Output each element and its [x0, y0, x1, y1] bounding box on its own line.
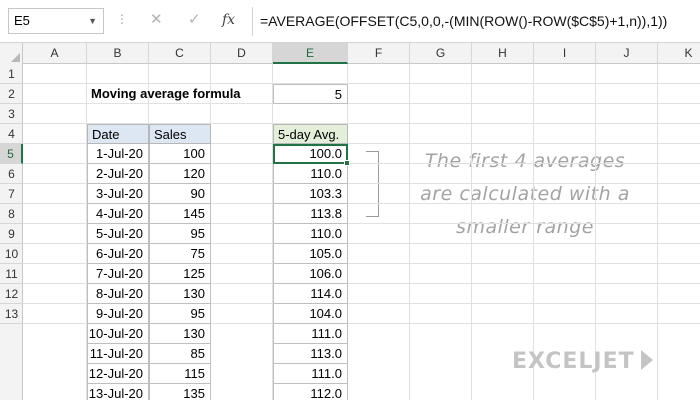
avg-cell[interactable]: 111.0	[273, 364, 348, 384]
sales-cell[interactable]: 100	[149, 144, 211, 164]
avg-cell[interactable]: 110.0	[273, 224, 348, 244]
column-header-i[interactable]: I	[534, 43, 596, 64]
row-header-5[interactable]: 5	[0, 144, 23, 164]
date-cell[interactable]: 11-Jul-20	[87, 344, 149, 364]
row-header-7[interactable]: 7	[0, 184, 23, 204]
annotation-line: The first 4 averages	[424, 150, 626, 172]
annotation-line: smaller range	[456, 216, 594, 238]
row-header-11[interactable]: 11	[0, 264, 23, 284]
formula-bar-grip-icon: ⋮	[116, 12, 128, 26]
annotation-text: The first 4 averages are calculated with…	[393, 145, 657, 244]
cancel-icon[interactable]: ✕	[150, 10, 163, 30]
date-cell[interactable]: 5-Jul-20	[87, 224, 149, 244]
row-header-3[interactable]: 3	[0, 104, 23, 124]
row-header-13[interactable]: 13	[0, 304, 23, 324]
row-header-12[interactable]: 12	[0, 284, 23, 304]
date-cell[interactable]: 13-Jul-20	[87, 384, 149, 400]
sales-cell[interactable]: 90	[149, 184, 211, 204]
row-header-2[interactable]: 2	[0, 84, 23, 104]
avg-cell[interactable]: 106.0	[273, 264, 348, 284]
annotation-bracket	[366, 151, 379, 217]
avg-cell[interactable]: 104.0	[273, 304, 348, 324]
sales-cell[interactable]: 85	[149, 344, 211, 364]
sales-cell[interactable]: 145	[149, 204, 211, 224]
row-headers: 1 2 3 4 5 6 7 8 9 10 11 12 13	[0, 64, 23, 400]
row-header-6[interactable]: 6	[0, 164, 23, 184]
exceljet-logo-text: EXCELJET	[512, 349, 635, 374]
name-box[interactable]: E5 ▼	[8, 8, 104, 34]
column-headers: ABCDEFGHIJK	[0, 43, 700, 64]
avg-cell[interactable]: 112.0	[273, 384, 348, 400]
header-date[interactable]: Date	[87, 124, 149, 144]
avg-cell[interactable]: 114.0	[273, 284, 348, 304]
grid-line	[409, 64, 410, 400]
date-cell[interactable]: 1-Jul-20	[87, 144, 149, 164]
worksheet: ABCDEFGHIJK 1 2 3 4 5 6 7 8 9 10 11 12 13 The first …	[0, 43, 700, 400]
row-header-8[interactable]: 8	[0, 204, 23, 224]
avg-cell[interactable]: 113.8	[273, 204, 348, 224]
select-all-button[interactable]	[0, 43, 23, 64]
row-header-9[interactable]: 9	[0, 224, 23, 244]
sales-cell[interactable]: 115	[149, 364, 211, 384]
row-header-10[interactable]: 10	[0, 244, 23, 264]
sales-cell[interactable]: 135	[149, 384, 211, 400]
column-header-h[interactable]: H	[472, 43, 534, 64]
column-header-j[interactable]: J	[596, 43, 658, 64]
name-box-value: E5	[14, 13, 30, 28]
column-header-e[interactable]: E	[273, 43, 348, 64]
sales-cell[interactable]: 130	[149, 324, 211, 344]
column-header-c[interactable]: C	[149, 43, 211, 64]
sales-cell[interactable]: 95	[149, 304, 211, 324]
date-cell[interactable]: 4-Jul-20	[87, 204, 149, 224]
sales-cell[interactable]: 95	[149, 224, 211, 244]
header-sales[interactable]: Sales	[149, 124, 211, 144]
n-input-cell[interactable]: 5	[273, 84, 348, 104]
input-label[interactable]: Moving average formula	[87, 84, 273, 104]
enter-icon[interactable]: ✓	[188, 10, 201, 30]
sales-cell[interactable]: 125	[149, 264, 211, 284]
sales-cell[interactable]: 130	[149, 284, 211, 304]
column-header-a[interactable]: A	[23, 43, 87, 64]
date-cell[interactable]: 8-Jul-20	[87, 284, 149, 304]
insert-function-icon[interactable]: fx	[222, 10, 235, 30]
exceljet-logo: EXCELJET	[512, 347, 653, 377]
column-header-d[interactable]: D	[211, 43, 273, 64]
date-cell[interactable]: 9-Jul-20	[87, 304, 149, 324]
column-header-g[interactable]: G	[410, 43, 472, 64]
avg-cell[interactable]: 110.0	[273, 164, 348, 184]
date-cell[interactable]: 2-Jul-20	[87, 164, 149, 184]
formula-bar-divider	[252, 7, 253, 36]
row-header-1[interactable]: 1	[0, 64, 23, 84]
fill-handle[interactable]	[344, 160, 350, 166]
column-header-k[interactable]: K	[658, 43, 700, 64]
formula-bar: E5 ▼ ⋮ ✕ ✓ fx =AVERAGE(OFFSET(C5,0,0,-(M…	[0, 0, 700, 43]
date-cell[interactable]: 10-Jul-20	[87, 324, 149, 344]
header-5-day-avg[interactable]: 5-day Avg.	[273, 124, 348, 144]
date-cell[interactable]: 7-Jul-20	[87, 264, 149, 284]
avg-cell[interactable]: 105.0	[273, 244, 348, 264]
formula-input[interactable]: =AVERAGE(OFFSET(C5,0,0,-(MIN(ROW()-ROW($…	[260, 0, 667, 43]
avg-cell[interactable]: 103.3	[273, 184, 348, 204]
sales-cell[interactable]: 120	[149, 164, 211, 184]
avg-cell[interactable]: 111.0	[273, 324, 348, 344]
avg-cell[interactable]: 113.0	[273, 344, 348, 364]
date-cell[interactable]: 12-Jul-20	[87, 364, 149, 384]
row-header-4[interactable]: 4	[0, 124, 23, 144]
sales-cell[interactable]: 75	[149, 244, 211, 264]
grid-line	[471, 64, 472, 400]
column-header-f[interactable]: F	[348, 43, 410, 64]
name-box-dropdown-icon[interactable]: ▼	[88, 9, 97, 33]
date-cell[interactable]: 3-Jul-20	[87, 184, 149, 204]
active-cell-e5[interactable]: 100.0	[273, 144, 348, 164]
column-header-b[interactable]: B	[87, 43, 149, 64]
exceljet-logo-mark	[640, 350, 653, 370]
grid-line	[657, 64, 658, 400]
date-cell[interactable]: 6-Jul-20	[87, 244, 149, 264]
